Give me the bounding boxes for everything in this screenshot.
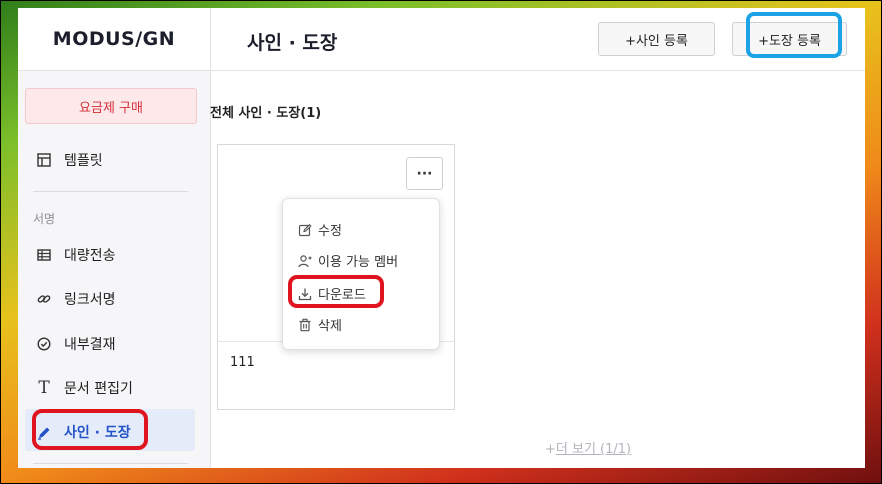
sidebar-item-template[interactable]: 템플릿 — [36, 150, 103, 170]
more-options-button[interactable]: ··· — [406, 157, 443, 190]
highlight-box-red — [32, 409, 148, 450]
menu-item-label: 삭제 — [318, 319, 342, 334]
sidebar-item-label: 대량전송 — [64, 248, 116, 264]
highlight-box-red — [288, 275, 384, 308]
context-menu: 수정 이용 가능 멤버 다운로드 삭제 — [282, 198, 440, 350]
sidebar-item-document-editor[interactable]: T 문서 편집기 — [36, 378, 133, 398]
user-plus-icon — [298, 254, 312, 268]
total-count-title: 전체 사인 · 도장(1) — [210, 106, 322, 121]
highlight-box-blue — [746, 12, 842, 58]
more-view-label: 더 보기 (1/1) — [555, 442, 632, 457]
sidebar-item-internal-approval[interactable]: 내부결재 — [36, 334, 116, 354]
text-icon: T — [38, 378, 50, 398]
logo[interactable]: MODUS/GN — [18, 8, 210, 71]
add-sign-button[interactable]: +사인 등록 — [598, 22, 715, 56]
sidebar-section-sign: 서명 — [33, 212, 56, 226]
sidebar-item-label: 링크서명 — [64, 292, 116, 308]
sidebar-item-label: 템플릿 — [64, 153, 103, 169]
layout-icon — [36, 152, 52, 168]
edit-icon — [298, 223, 312, 237]
more-view-link[interactable]: +더 보기 (1/1) — [545, 438, 631, 457]
more-view-plus: + — [545, 442, 556, 457]
table-icon — [36, 247, 52, 263]
menu-item-label: 수정 — [318, 224, 342, 239]
menu-item-available-members[interactable]: 이용 가능 멤버 — [298, 251, 398, 270]
sidebar-item-label: 문서 편집기 — [64, 381, 133, 397]
sidebar-item-link-sign[interactable]: 링크서명 — [36, 289, 116, 309]
sidebar: MODUS/GN 요금제 구매 템플릿 서명 대량전송 링크서명 내부결재 T … — [18, 8, 211, 468]
sidebar-divider — [33, 191, 188, 192]
purchase-plan-button[interactable]: 요금제 구매 — [25, 88, 197, 124]
menu-item-label: 이용 가능 멤버 — [318, 255, 399, 270]
page-title: 사인 · 도장 — [247, 32, 338, 54]
sidebar-item-bulk-send[interactable]: 대량전송 — [36, 245, 116, 265]
sidebar-divider — [33, 463, 188, 464]
sidebar-item-label: 내부결재 — [64, 337, 116, 353]
menu-item-delete[interactable]: 삭제 — [298, 315, 342, 334]
card-name: 111 — [230, 355, 255, 370]
link-icon — [36, 291, 52, 307]
trash-icon — [298, 318, 312, 332]
app-window: MODUS/GN 요금제 구매 템플릿 서명 대량전송 링크서명 내부결재 T … — [18, 8, 865, 468]
menu-item-edit[interactable]: 수정 — [298, 220, 342, 239]
check-circle-icon — [36, 336, 52, 352]
